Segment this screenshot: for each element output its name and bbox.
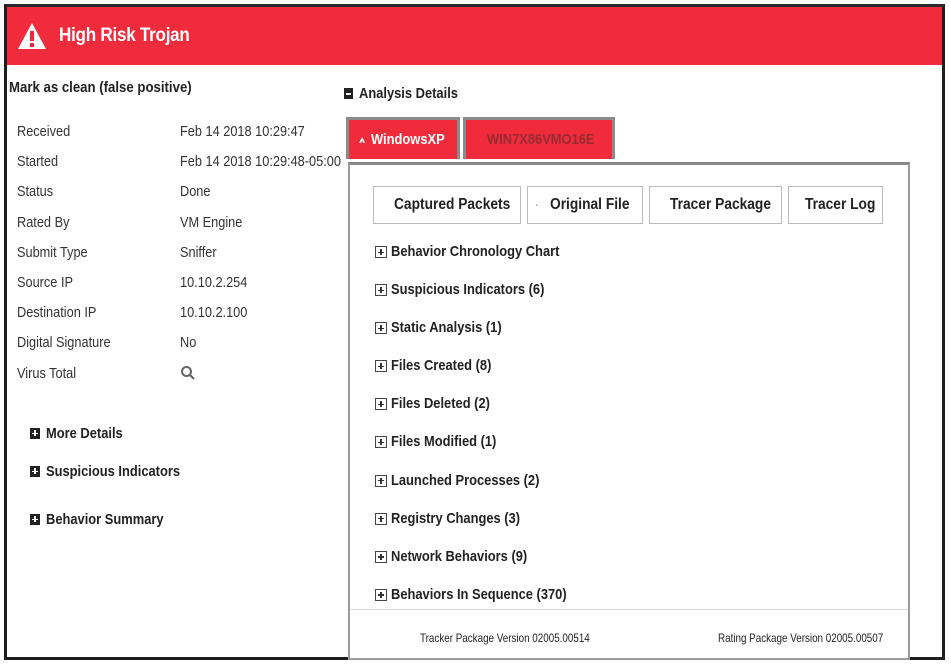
section-launched-processes[interactable]: Launched Processes (2): [375, 472, 595, 510]
search-icon[interactable]: [180, 365, 196, 381]
info-value: 10.10.2.254: [180, 273, 248, 291]
tracer-package-button[interactable]: Tracer Package: [649, 186, 782, 224]
expand-icon: [375, 284, 387, 297]
vm-tabs: WindowsXP WIN7X86VMO16E: [346, 117, 615, 159]
rating-package-version: Rating Package Version 02005.00507: [718, 631, 884, 645]
tracer-log-button[interactable]: Tracer Log: [788, 186, 883, 224]
left-collapsible-sections: More Details Suspicious Indicators Behav…: [30, 425, 202, 528]
captured-packets-button[interactable]: Captured Packets: [373, 186, 521, 224]
section-static-analysis[interactable]: Static Analysis (1): [375, 319, 595, 357]
warning-triangle-icon: [480, 138, 481, 141]
section-files-created[interactable]: Files Created (8): [375, 357, 595, 395]
expand-icon: [375, 246, 387, 258]
section-suspicious-indicators[interactable]: Suspicious Indicators: [30, 463, 202, 480]
collapse-icon: [344, 88, 353, 99]
info-key: Destination IP: [17, 304, 97, 322]
expand-icon: [375, 436, 387, 449]
analysis-sections: Behavior Chronology Chart Suspicious Ind…: [375, 243, 595, 624]
expand-icon: [30, 465, 40, 477]
analysis-details-toggle[interactable]: Analysis Details: [344, 85, 474, 102]
info-key: Source IP: [17, 273, 73, 291]
footer-divider: [350, 609, 908, 610]
info-key: Submit Type: [17, 243, 88, 261]
section-files-deleted[interactable]: Files Deleted (2): [375, 395, 595, 433]
mark-as-clean-link[interactable]: Mark as clean (false positive): [9, 79, 192, 96]
alert-header: High Risk Trojan: [7, 7, 942, 65]
info-value: 10.10.2.100: [180, 304, 248, 322]
info-key: Started: [17, 153, 59, 171]
analysis-panel: Captured Packets Original File Tracer Pa…: [348, 162, 910, 660]
info-key: Virus Total: [17, 364, 77, 382]
expand-icon: [375, 322, 387, 335]
section-behavior-chronology-chart[interactable]: Behavior Chronology Chart: [375, 243, 595, 281]
info-key: Rated By: [17, 213, 70, 231]
section-registry-changes[interactable]: Registry Changes (3): [375, 510, 595, 548]
section-network-behaviors[interactable]: Network Behaviors (9): [375, 548, 595, 586]
expand-icon: [375, 398, 387, 411]
info-key: Status: [17, 183, 54, 201]
section-behavior-summary[interactable]: Behavior Summary: [30, 511, 202, 528]
section-behaviors-in-sequence[interactable]: Behaviors In Sequence (370): [375, 586, 595, 624]
expand-icon: [30, 427, 40, 439]
section-files-modified[interactable]: Files Modified (1): [375, 433, 595, 471]
section-more-details[interactable]: More Details: [30, 425, 202, 442]
alert-title: High Risk Trojan: [59, 25, 190, 46]
info-value: VM Engine: [180, 213, 243, 231]
expand-icon: [375, 550, 387, 563]
original-file-button[interactable]: Original File: [527, 186, 643, 224]
info-value: Feb 14 2018 10:29:48-05:00: [180, 153, 341, 171]
expand-icon: [375, 474, 387, 487]
download-icon: [536, 204, 538, 206]
info-value: No: [180, 334, 197, 352]
info-key: Digital Signature: [17, 334, 111, 352]
expand-icon: [30, 513, 40, 525]
expand-icon: [375, 512, 387, 525]
warning-triangle-icon: [18, 23, 46, 49]
warning-triangle-icon: [359, 136, 366, 143]
info-key: Received: [17, 123, 71, 140]
info-value: Sniffer: [180, 243, 217, 261]
download-buttons: Captured Packets Original File Tracer Pa…: [373, 186, 889, 224]
tracker-package-version: Tracker Package Version 02005.00514: [420, 631, 590, 645]
expand-icon: [375, 588, 387, 601]
info-value: Feb 14 2018 10:29:47: [180, 123, 305, 140]
tab-win7x86vmo16e[interactable]: WIN7X86VMO16E: [463, 117, 615, 159]
section-suspicious-indicators[interactable]: Suspicious Indicators (6): [375, 281, 595, 319]
tab-windowsxp[interactable]: WindowsXP: [346, 117, 460, 159]
expand-icon: [375, 360, 387, 373]
alert-window: High Risk Trojan Mark as clean (false po…: [4, 4, 945, 660]
info-value: Done: [180, 183, 211, 201]
